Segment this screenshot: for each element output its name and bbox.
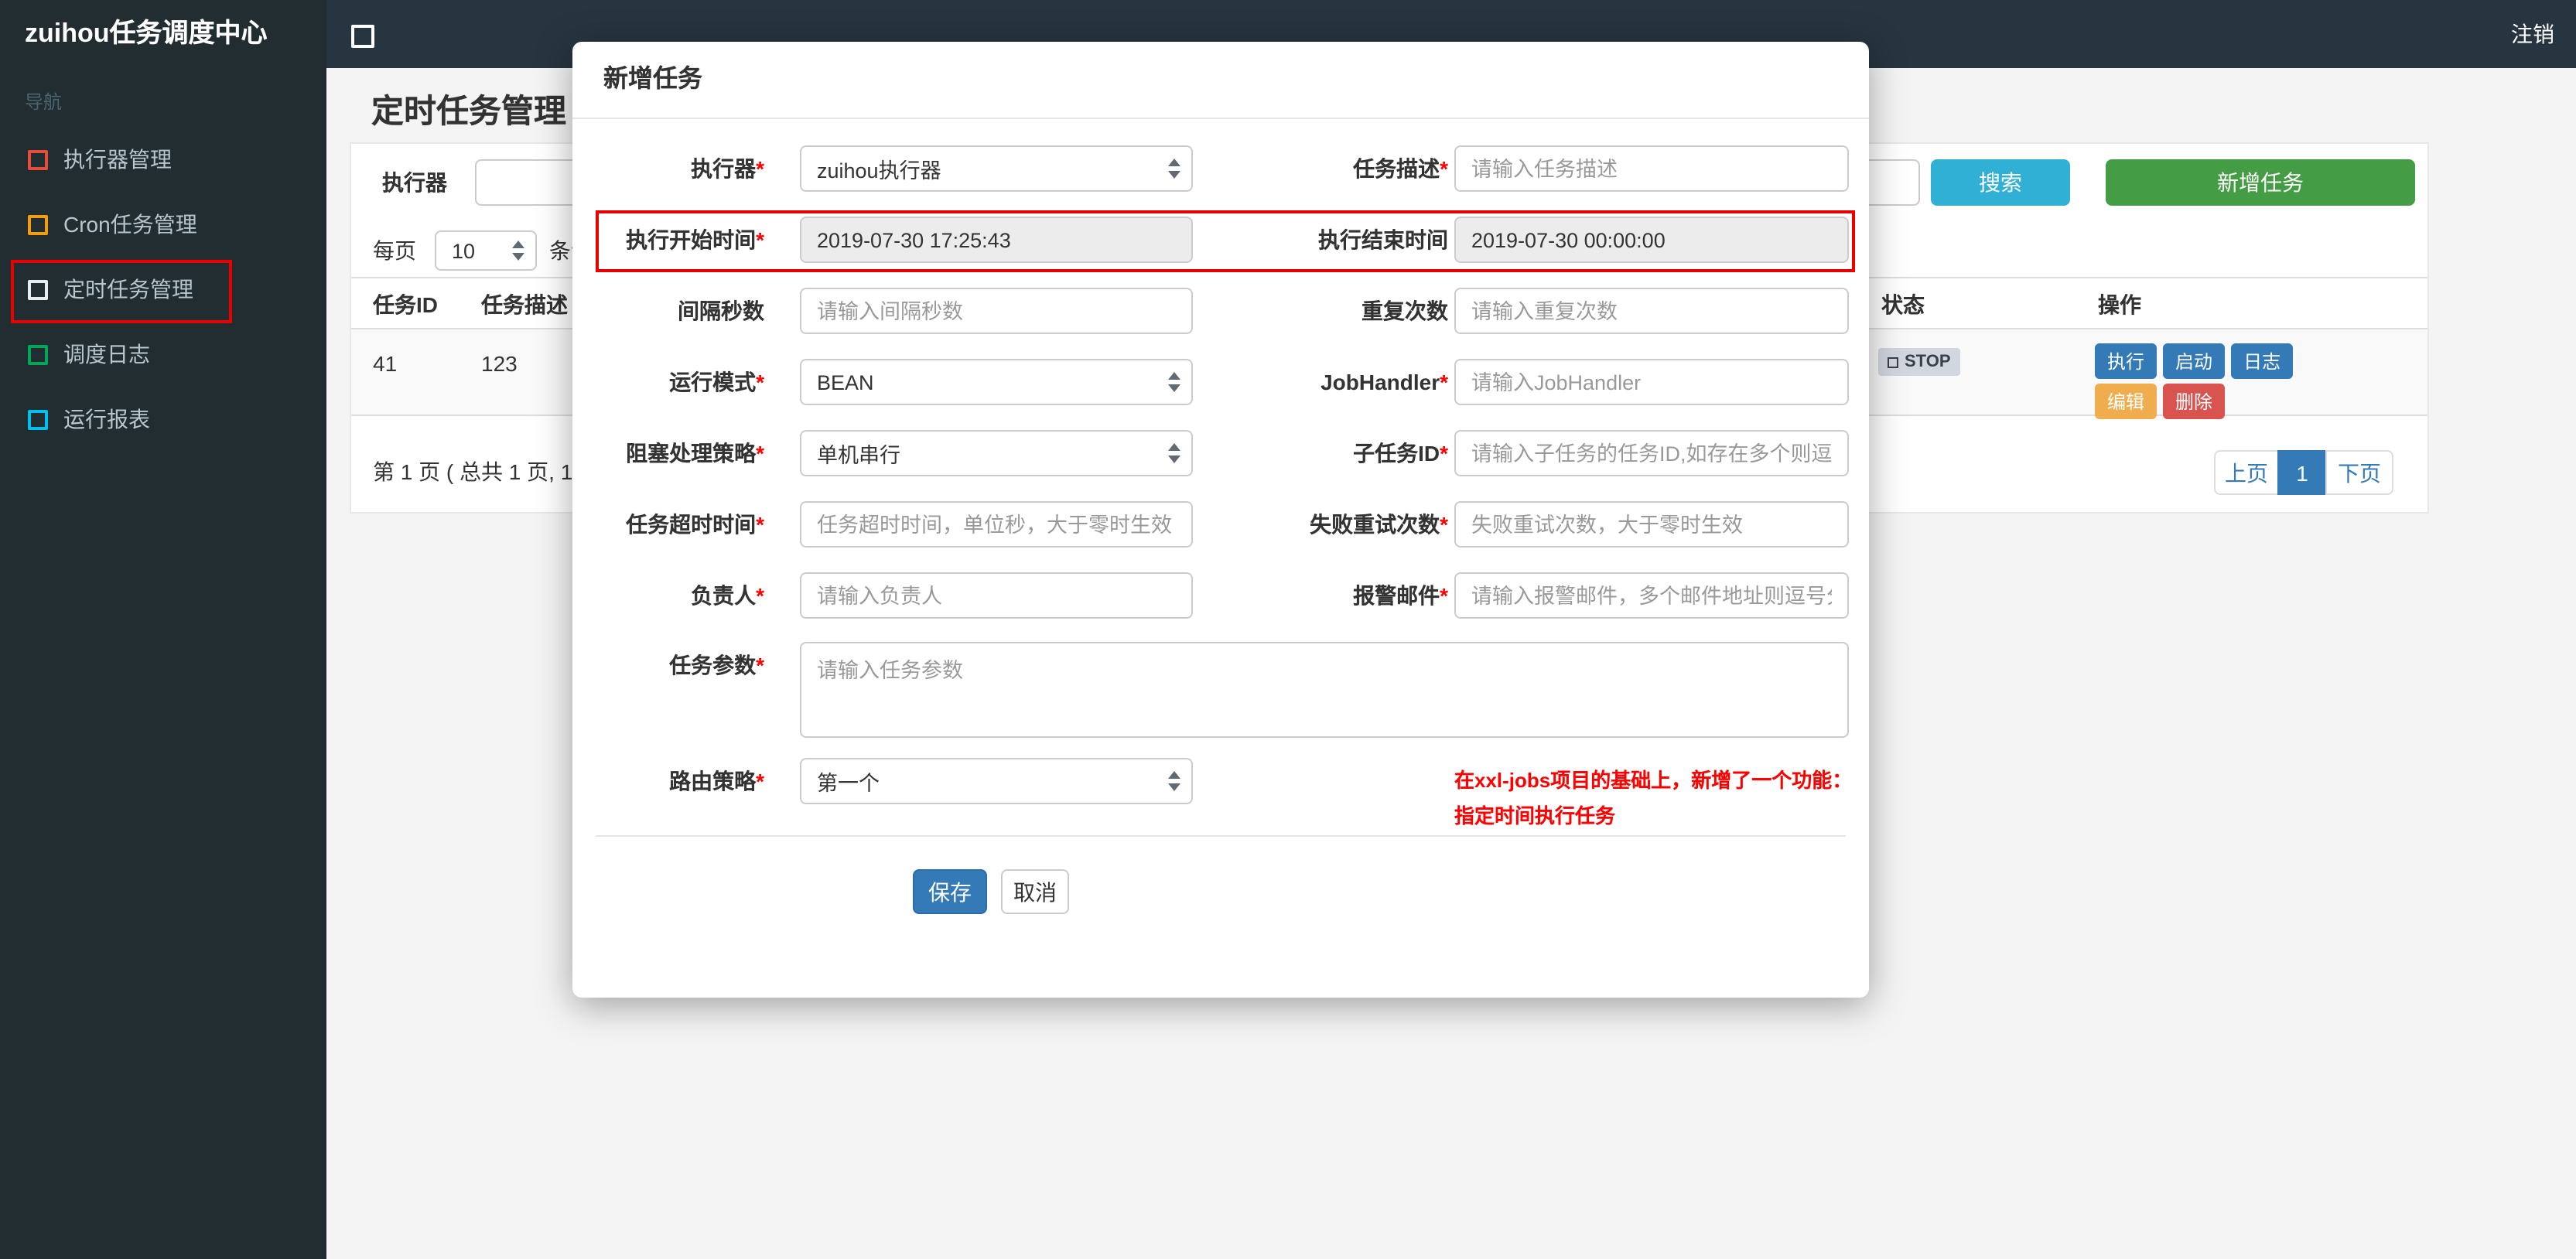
col-header-job-id: 任务ID	[373, 292, 438, 317]
job-handler-input[interactable]	[1454, 359, 1849, 405]
fail-retry-input[interactable]	[1454, 501, 1849, 548]
field-label-executor: 执行器*	[691, 156, 764, 181]
run-mode-select[interactable]: BEAN	[800, 359, 1193, 405]
select-arrows-icon	[1168, 443, 1180, 463]
repeat-count-input[interactable]	[1454, 288, 1849, 334]
sidebar-item-label: 执行器管理	[63, 147, 172, 172]
field-label-alarm-email: 报警邮件*	[1353, 583, 1448, 608]
alarm-email-input[interactable]	[1454, 572, 1849, 619]
end-time-input[interactable]	[1454, 217, 1849, 263]
square-icon	[28, 214, 48, 234]
save-button[interactable]: 保存	[913, 869, 987, 914]
modal-footer-divider	[596, 835, 1846, 837]
status-badge-label: STOP	[1905, 353, 1951, 371]
page-title: 定时任务管理	[371, 94, 566, 130]
field-label-end-time: 执行结束时间	[1318, 227, 1448, 252]
sidebar-item-scheduled-task-manage[interactable]: 定时任务管理	[0, 257, 326, 323]
square-icon	[28, 279, 48, 299]
next-page-button[interactable]: 下页	[2325, 450, 2393, 495]
logout-link[interactable]: 注销	[2511, 0, 2554, 68]
sidebar-item-label: 调度日志	[63, 342, 150, 367]
field-label-job-desc: 任务描述*	[1353, 156, 1448, 181]
field-label-fail-retry: 失败重试次数*	[1310, 512, 1448, 537]
route-strategy-select[interactable]: 第一个	[800, 758, 1193, 804]
edit-button[interactable]: 编辑	[2095, 384, 2157, 419]
log-button[interactable]: 日志	[2231, 343, 2294, 379]
square-icon	[28, 409, 48, 429]
cell-job-desc: 123	[481, 351, 518, 376]
per-page-select[interactable]: 10	[435, 230, 537, 271]
field-label-owner: 负责人*	[691, 583, 764, 608]
job-param-textarea[interactable]	[800, 642, 1849, 738]
prev-page-button[interactable]: 上页	[2214, 450, 2279, 495]
executor-filter-label: 执行器	[382, 170, 447, 195]
field-label-route-strategy: 路由策略*	[669, 769, 764, 793]
brand-logo[interactable]: zuihou任务调度中心	[0, 0, 326, 68]
square-icon	[28, 344, 48, 364]
row-actions: 执行 启动 日志 编辑 删除	[2095, 343, 2342, 424]
per-page-prefix: 每页	[373, 238, 416, 263]
select-arrows-icon	[1168, 372, 1180, 392]
select-arrows-icon	[512, 241, 524, 261]
field-label-start-time: 执行开始时间*	[626, 227, 764, 252]
col-header-job-desc: 任务描述	[481, 292, 568, 317]
sidebar-item-dispatch-log[interactable]: 调度日志	[0, 322, 326, 387]
field-label-child-job-id: 子任务ID*	[1353, 441, 1448, 466]
feature-hint-text: 在xxl-jobs项目的基础上，新增了一个功能： 指定时间执行任务	[1454, 769, 1853, 827]
owner-input[interactable]	[800, 572, 1193, 619]
current-page-button[interactable]: 1	[2277, 450, 2327, 495]
app-root: zuihou任务调度中心 注销 导航 执行器管理 Cron任务管理 定时任务管理…	[0, 0, 2576, 1259]
delete-button[interactable]: 删除	[2163, 384, 2226, 419]
modal-title: 新增任务	[603, 67, 703, 93]
sidebar-item-cron-manage[interactable]: Cron任务管理	[0, 192, 326, 257]
status-badge: STOP	[1878, 348, 1960, 376]
sidebar-item-run-report[interactable]: 运行报表	[0, 387, 326, 452]
sidebar-item-label: 定时任务管理	[63, 277, 193, 302]
field-label-timeout: 任务超时时间*	[626, 512, 764, 537]
stop-icon	[1888, 357, 1898, 367]
pagination: 上页 1 下页	[2214, 450, 2393, 495]
per-page-value: 10	[452, 239, 476, 262]
start-time-input[interactable]	[800, 217, 1193, 263]
field-label-job-handler: JobHandler*	[1320, 370, 1448, 394]
modal-header: 新增任务	[572, 42, 1869, 119]
timeout-input[interactable]	[800, 501, 1193, 548]
col-header-actions: 操作	[2098, 292, 2141, 317]
execute-button[interactable]: 执行	[2095, 343, 2157, 379]
sidebar-toggle-icon[interactable]	[351, 25, 374, 48]
cell-job-id: 41	[373, 351, 398, 376]
select-arrows-icon	[1168, 159, 1180, 179]
col-header-status: 状态	[1881, 292, 1925, 317]
field-label-run-mode: 运行模式*	[669, 370, 764, 394]
sidebar-section-label: 导航	[25, 91, 63, 113]
field-label-interval: 间隔秒数	[678, 299, 764, 323]
add-job-button[interactable]: 新增任务	[2106, 159, 2415, 206]
sidebar-item-label: 运行报表	[63, 407, 150, 432]
sidebar: 导航 执行器管理 Cron任务管理 定时任务管理 调度日志 运行报表	[0, 68, 326, 1259]
sidebar-item-label: Cron任务管理	[63, 212, 197, 237]
start-button[interactable]: 启动	[2163, 343, 2226, 379]
child-job-id-input[interactable]	[1454, 430, 1849, 476]
field-label-block-strategy: 阻塞处理策略*	[626, 441, 764, 466]
search-button[interactable]: 搜索	[1931, 159, 2070, 206]
field-label-repeat-count: 重复次数	[1361, 299, 1448, 323]
block-strategy-select[interactable]: 单机串行	[800, 430, 1193, 476]
square-icon	[28, 149, 48, 169]
cancel-button[interactable]: 取消	[1001, 869, 1069, 914]
job-desc-input[interactable]	[1454, 145, 1849, 192]
interval-input[interactable]	[800, 288, 1193, 334]
field-label-job-param: 任务参数*	[669, 653, 764, 677]
executor-select[interactable]: zuihou执行器	[800, 145, 1193, 192]
sidebar-item-executor-manage[interactable]: 执行器管理	[0, 127, 326, 192]
pagination-summary: 第 1 页 ( 总共 1 页, 1	[373, 459, 573, 484]
add-job-modal: 新增任务 执行器* zuihou执行器 任务描述* 执行开始时间* 执行结束时间…	[572, 42, 1869, 998]
select-arrows-icon	[1168, 771, 1180, 791]
